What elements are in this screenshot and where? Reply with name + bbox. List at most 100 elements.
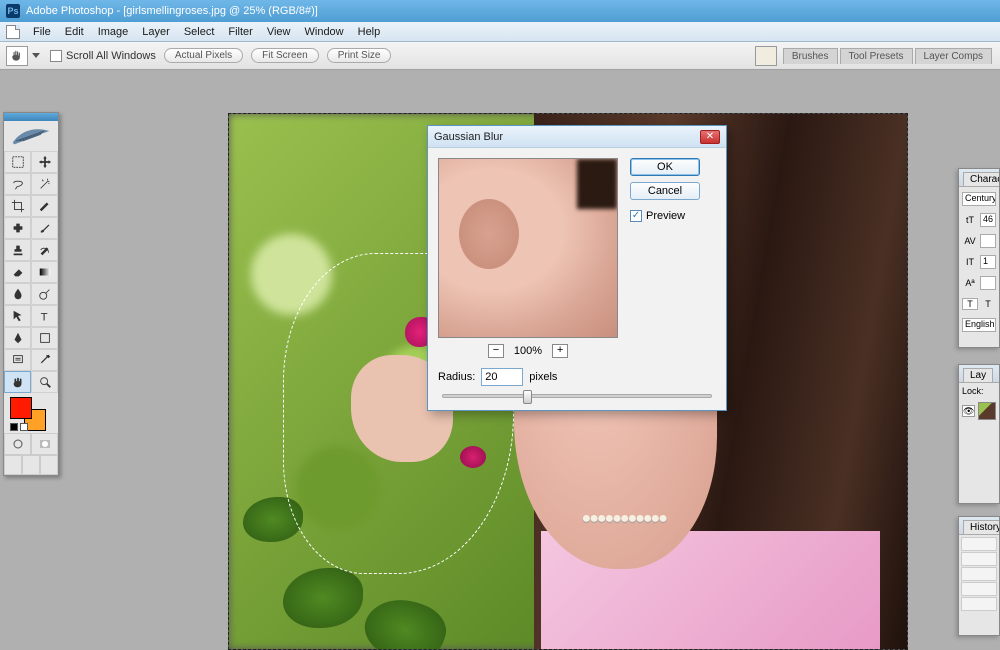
tools-palette: T	[3, 112, 59, 476]
print-size-button[interactable]: Print Size	[327, 48, 392, 63]
move-tool-icon[interactable]	[31, 151, 58, 173]
history-panel: History	[958, 516, 1000, 636]
tool-preset-dropdown-icon[interactable]	[32, 53, 40, 58]
fit-screen-button[interactable]: Fit Screen	[251, 48, 319, 63]
lock-label: Lock:	[959, 383, 999, 399]
color-swatches[interactable]	[4, 393, 58, 433]
language-field[interactable]: English	[962, 318, 996, 332]
radius-slider[interactable]	[442, 394, 712, 398]
radius-input[interactable]	[481, 368, 523, 386]
options-bar: Scroll All Windows Actual Pixels Fit Scr…	[0, 42, 1000, 70]
menu-select[interactable]: Select	[177, 24, 222, 40]
tab-history[interactable]: History	[963, 520, 1000, 534]
history-state[interactable]	[961, 582, 997, 596]
ok-button[interactable]: OK	[630, 158, 700, 176]
actual-pixels-button[interactable]: Actual Pixels	[164, 48, 243, 63]
standard-mode-icon[interactable]	[4, 433, 31, 455]
menu-help[interactable]: Help	[351, 24, 388, 40]
eyedropper-tool-icon[interactable]	[31, 349, 58, 371]
tab-character[interactable]: Charac	[963, 172, 1000, 186]
tab-layers[interactable]: Lay	[963, 368, 993, 382]
shape-tool-icon[interactable]	[31, 327, 58, 349]
baseline-field[interactable]	[980, 276, 996, 290]
hand-tool-icon[interactable]	[6, 46, 28, 66]
dialog-titlebar[interactable]: Gaussian Blur ✕	[428, 126, 726, 148]
kerning-field[interactable]	[980, 234, 996, 248]
zoom-in-button[interactable]: +	[552, 344, 568, 358]
vscale-field[interactable]: 1	[980, 255, 996, 269]
preview-label: Preview	[646, 210, 685, 222]
dodge-tool-icon[interactable]	[31, 283, 58, 305]
menu-bar: File Edit Image Layer Select Filter View…	[0, 22, 1000, 42]
type-style-bold-icon[interactable]: T	[962, 298, 978, 310]
zoom-out-button[interactable]: −	[488, 344, 504, 358]
window-title: Adobe Photoshop - [girlsmellingroses.jpg…	[26, 5, 318, 17]
radius-label: Radius:	[438, 371, 475, 383]
hand-tool[interactable]	[4, 371, 31, 393]
quickmask-mode-icon[interactable]	[31, 433, 58, 455]
marquee-tool-icon[interactable]	[4, 151, 31, 173]
screenmode-full-menubar-icon[interactable]	[22, 455, 40, 475]
menu-view[interactable]: View	[260, 24, 298, 40]
tab-tool-presets[interactable]: Tool Presets	[840, 48, 913, 64]
cancel-button[interactable]: Cancel	[630, 182, 700, 200]
baseline-icon: Aª	[962, 278, 978, 288]
history-state[interactable]	[961, 537, 997, 551]
palette-grip[interactable]	[4, 113, 58, 121]
scroll-all-checkbox[interactable]	[50, 50, 62, 62]
notes-tool-icon[interactable]	[4, 349, 31, 371]
title-bar: Ps Adobe Photoshop - [girlsmellingroses.…	[0, 0, 1000, 22]
toggle-palette-icon[interactable]	[755, 46, 777, 66]
pen-tool-icon[interactable]	[4, 327, 31, 349]
menu-file[interactable]: File	[26, 24, 58, 40]
tab-brushes[interactable]: Brushes	[783, 48, 838, 64]
default-colors-icon[interactable]	[10, 423, 28, 431]
path-select-tool-icon[interactable]	[4, 305, 31, 327]
close-icon[interactable]: ✕	[700, 130, 720, 144]
kerning-icon: AV	[962, 236, 978, 246]
vscale-icon: IT	[962, 257, 978, 267]
screenmode-full-icon[interactable]	[40, 455, 58, 475]
font-size-field[interactable]: 46	[980, 213, 996, 227]
history-state[interactable]	[961, 597, 997, 611]
history-state[interactable]	[961, 567, 997, 581]
layer-row[interactable]: 👁	[959, 399, 999, 423]
menu-layer[interactable]: Layer	[135, 24, 177, 40]
menu-window[interactable]: Window	[298, 24, 351, 40]
scroll-all-label: Scroll All Windows	[66, 50, 156, 62]
type-style-italic-icon[interactable]: T	[980, 299, 996, 309]
brush-tool-icon[interactable]	[31, 217, 58, 239]
menu-edit[interactable]: Edit	[58, 24, 91, 40]
menu-filter[interactable]: Filter	[221, 24, 259, 40]
lasso-tool-icon[interactable]	[4, 173, 31, 195]
menu-image[interactable]: Image	[91, 24, 136, 40]
gradient-tool-icon[interactable]	[31, 261, 58, 283]
slider-thumb[interactable]	[523, 390, 532, 404]
gaussian-blur-dialog: Gaussian Blur ✕ − 100% + OK Cancel ✓ Pre…	[427, 125, 727, 411]
layers-panel: Lay Lock: 👁	[958, 364, 1000, 504]
blur-tool-icon[interactable]	[4, 283, 31, 305]
wand-tool-icon[interactable]	[31, 173, 58, 195]
eraser-tool-icon[interactable]	[4, 261, 31, 283]
healing-tool-icon[interactable]	[4, 217, 31, 239]
crop-tool-icon[interactable]	[4, 195, 31, 217]
tab-layer-comps[interactable]: Layer Comps	[915, 48, 992, 64]
character-panel: Charac Century tT46 AV IT1 Aª TT English	[958, 168, 1000, 348]
screenmode-standard-icon[interactable]	[4, 455, 22, 475]
font-size-icon: tT	[962, 215, 978, 225]
zoom-tool-icon[interactable]	[31, 371, 58, 393]
history-brush-tool-icon[interactable]	[31, 239, 58, 261]
visibility-icon[interactable]: 👁	[962, 405, 975, 417]
font-family-field[interactable]: Century	[962, 192, 996, 206]
filter-preview[interactable]	[438, 158, 618, 338]
slice-tool-icon[interactable]	[31, 195, 58, 217]
layer-thumbnail[interactable]	[978, 402, 996, 420]
dialog-title: Gaussian Blur	[434, 131, 503, 143]
foreground-color-swatch[interactable]	[10, 397, 32, 419]
type-tool-icon[interactable]: T	[31, 305, 58, 327]
document-icon	[6, 25, 20, 39]
stamp-tool-icon[interactable]	[4, 239, 31, 261]
history-state[interactable]	[961, 552, 997, 566]
preview-checkbox[interactable]: ✓	[630, 210, 642, 222]
radius-unit: pixels	[529, 371, 557, 383]
